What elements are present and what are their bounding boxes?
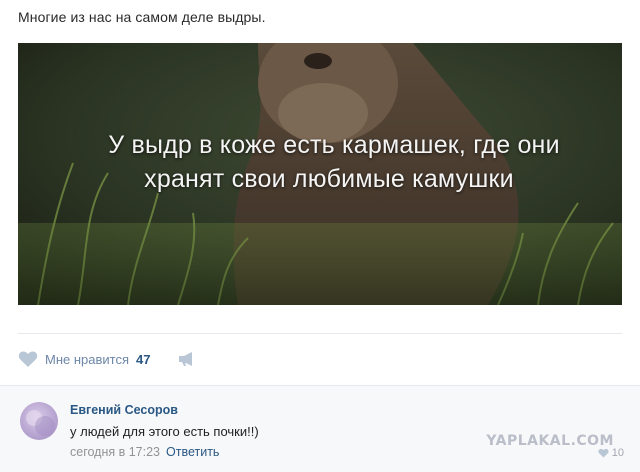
caption-line-2: хранят свои любимые камушки: [144, 165, 514, 193]
post-actions: Мне нравится 47: [18, 347, 196, 371]
reply-button[interactable]: Ответить: [166, 445, 219, 459]
heart-icon: [18, 351, 38, 367]
comment-like-count: 10: [611, 447, 624, 459]
post-image[interactable]: У выдр в коже есть кармашек, где они хра…: [18, 43, 622, 305]
like-button[interactable]: Мне нравится 47: [18, 350, 150, 368]
comment-time[interactable]: сегодня в 17:23: [70, 445, 160, 459]
comments-section: Евгений Сесоров у людей для этого есть п…: [0, 385, 640, 472]
post-text: Многие из нас на самом деле выдры.: [18, 9, 266, 25]
avatar-image: [26, 410, 55, 436]
comment-meta: сегодня в 17:23 Ответить: [70, 445, 219, 459]
caption-line-1: У выдр в коже есть кармашек, где они: [108, 131, 560, 159]
heart-icon: [598, 448, 609, 458]
image-caption: У выдр в коже есть кармашек, где они хра…: [18, 128, 622, 196]
like-count: 47: [136, 351, 151, 367]
megaphone-icon[interactable]: [178, 351, 196, 367]
comment-text: у людей для этого есть почки!!): [70, 424, 259, 439]
comment-author[interactable]: Евгений Сесоров: [70, 403, 178, 417]
like-label: Мне нравится: [45, 351, 130, 367]
divider: [18, 333, 622, 334]
avatar[interactable]: [20, 402, 58, 440]
watermark: YAPLAKAL.COM: [486, 433, 614, 449]
comment-like-button[interactable]: 10: [598, 447, 624, 459]
